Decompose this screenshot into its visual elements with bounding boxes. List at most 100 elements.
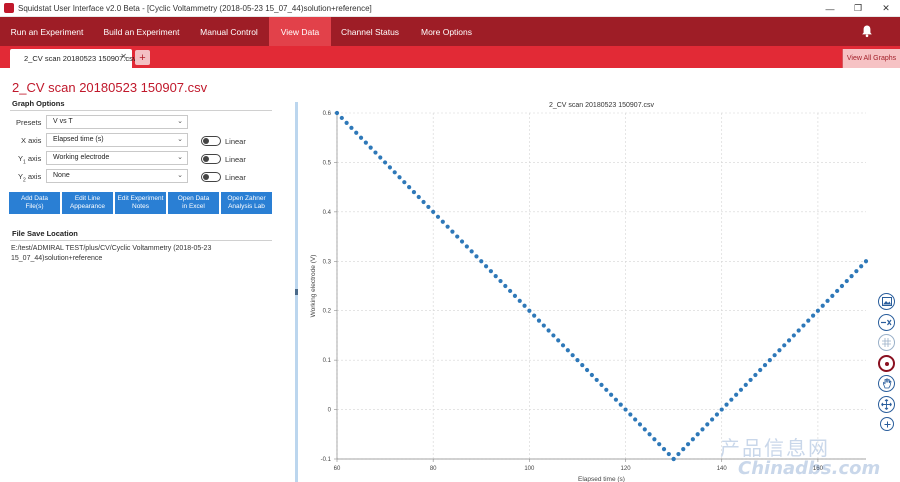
y2-axis-linear-toggle[interactable] [201, 172, 221, 182]
x-tick-label: 120 [621, 466, 632, 472]
data-point [796, 328, 801, 333]
data-point [584, 367, 590, 373]
tab-close-icon[interactable]: ✕ [120, 52, 127, 61]
data-point [570, 353, 575, 358]
file-tab-bar: 2_CV scan 20180523 150907.csv ✕ + View A… [0, 46, 900, 68]
data-point [503, 283, 508, 289]
x-tick-label: 100 [524, 466, 535, 472]
x-axis-select[interactable]: Elapsed time (s) ⌄ [46, 133, 188, 147]
y-tick-label: 0.2 [323, 309, 332, 315]
data-point [714, 412, 720, 417]
data-point [786, 338, 792, 343]
close-button[interactable]: ✕ [872, 0, 900, 17]
open-zahner-analysis-lab-button[interactable]: Open Zahner Analysis Lab [221, 192, 272, 214]
add-tab-button[interactable]: + [135, 50, 150, 65]
move-icon[interactable] [878, 396, 895, 413]
data-point [623, 407, 628, 412]
add-data-files-button[interactable]: Add Data File(s) [9, 192, 60, 214]
data-point [455, 234, 460, 239]
data-point [368, 145, 373, 150]
image-icon[interactable] [878, 293, 895, 310]
collapse-arrow-icon[interactable] [295, 289, 298, 295]
toggle-knob [203, 156, 209, 162]
minimize-button[interactable]: — [816, 0, 844, 17]
nav-manual-control[interactable]: Manual Control [189, 17, 269, 46]
presets-value: V vs T [53, 118, 73, 125]
edit-experiment-notes-button[interactable]: Edit Experiment Notes [115, 192, 166, 214]
data-point [681, 447, 686, 452]
graph-options-title: Graph Options [12, 99, 65, 108]
data-point [551, 333, 556, 338]
pan-icon[interactable] [878, 375, 895, 392]
file-heading: 2_CV scan 20180523 150907.csv [12, 80, 208, 95]
title-bar: Squidstat User Interface v2.0 Beta - [Cy… [0, 0, 900, 17]
y-tick-label: 0.6 [323, 111, 332, 117]
data-point [392, 170, 397, 175]
nav-channel-status[interactable]: Channel Status [331, 17, 409, 46]
data-point [685, 442, 691, 447]
open-data-in-excel-button[interactable]: Open Data in Excel [168, 192, 219, 214]
data-point [738, 387, 744, 392]
data-point [493, 274, 498, 279]
view-all-graphs-button[interactable]: View All Graphs [842, 49, 900, 68]
data-point [777, 348, 782, 353]
y2-axis-linear-label: Linear [225, 173, 246, 182]
add-icon[interactable] [880, 417, 894, 431]
data-point [609, 392, 614, 397]
x-axis-linear-toggle[interactable] [201, 136, 221, 146]
data-point [354, 130, 359, 135]
data-point [556, 338, 561, 343]
y-tick-label: 0 [328, 408, 332, 414]
chevron-down-icon: ⌄ [177, 136, 183, 143]
data-point [431, 209, 436, 214]
y1-axis-linear-toggle[interactable] [201, 154, 221, 164]
nav-run-experiment[interactable]: Run an Experiment [0, 17, 94, 46]
data-point [450, 229, 455, 234]
chart-title: 2_CV scan 20180523 150907.csv [549, 102, 655, 109]
data-point [830, 293, 835, 298]
toggle-knob [203, 138, 209, 144]
data-point [854, 269, 859, 274]
watermark-url: Chinadbs.com [738, 458, 881, 479]
y1-axis-select[interactable]: Working electrode ⌄ [46, 151, 188, 165]
chevron-down-icon: ⌄ [177, 154, 183, 161]
zoom-icon[interactable] [878, 355, 895, 372]
y1-axis-value: Working electrode [53, 154, 110, 161]
data-point [618, 402, 623, 407]
nav-more-options[interactable]: More Options [409, 17, 484, 46]
data-point [825, 298, 830, 303]
x-tick-label: 140 [717, 466, 728, 472]
maximize-button[interactable]: ❐ [844, 0, 872, 17]
data-point [633, 417, 638, 422]
data-point [339, 115, 344, 121]
cv-chart[interactable]: 2_CV scan 20180523 150907.csv -0.1 0 0.1 0.2… [300, 96, 870, 482]
y2-axis-select[interactable]: None ⌄ [46, 169, 188, 183]
data-point [527, 308, 532, 313]
edit-line-appearance-button[interactable]: Edit Line Appearance [62, 192, 113, 214]
x-axis-linear-label: Linear [225, 137, 246, 146]
data-point [426, 204, 431, 210]
nav-view-data[interactable]: View Data [269, 17, 331, 46]
data-point [734, 392, 739, 397]
data-point [536, 318, 542, 323]
y-tick-label: 0.3 [323, 259, 332, 265]
bell-icon[interactable] [860, 24, 874, 38]
data-point [532, 313, 537, 318]
tab-file[interactable]: 2_CV scan 20180523 150907.csv ✕ [10, 49, 137, 68]
data-point [652, 437, 657, 442]
data-point [710, 417, 715, 422]
axis-x-icon[interactable] [878, 314, 895, 331]
x-axis-label: Elapsed time (s) [578, 476, 625, 482]
data-point [402, 180, 407, 185]
y-tick-label: 0.1 [323, 358, 332, 364]
data-point [397, 175, 402, 180]
nav-build-experiment[interactable]: Build an Experiment [94, 17, 189, 46]
action-buttons: Add Data File(s) Edit Line Appearance Ed… [9, 192, 272, 214]
data-point [387, 165, 392, 170]
grid-icon[interactable] [878, 334, 895, 351]
section-divider [10, 110, 272, 111]
data-point [863, 259, 869, 264]
data-point [642, 427, 647, 432]
presets-select[interactable]: V vs T ⌄ [46, 115, 188, 129]
x-tick-label: 80 [430, 466, 437, 472]
